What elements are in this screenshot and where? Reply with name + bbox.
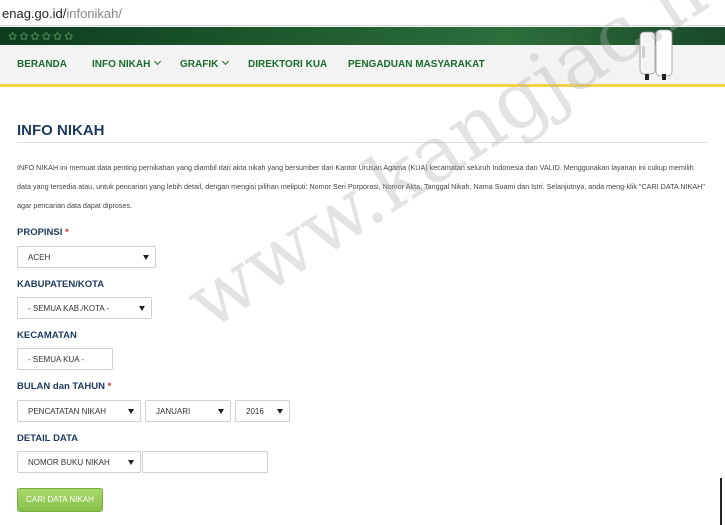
chevron-down-icon <box>222 57 230 66</box>
dropdown-arrow-icon <box>128 409 134 414</box>
dropdown-arrow-icon <box>277 409 283 414</box>
jenis-tanggal-value: PENCATATAN NIKAH <box>28 407 107 416</box>
dropdown-arrow-icon <box>143 255 149 260</box>
detail-data-label: DETAIL DATA <box>17 433 79 444</box>
chevron-down-icon <box>154 57 162 66</box>
url-text[interactable]: enag.go.id/infonikah/ <box>2 6 122 21</box>
detail-value-input[interactable] <box>142 451 268 473</box>
nav-pengaduan-label: PENGADUAN MASYARAKAT <box>348 59 485 70</box>
kecamatan-value: - SEMUA KUA - <box>28 355 85 364</box>
dropdown-arrow-icon <box>128 460 134 465</box>
bulan-select[interactable]: JANUARI <box>145 400 231 422</box>
url-host: enag.go.id/ <box>2 6 67 21</box>
nav-direktori-kua-label: DIREKTORI KUA <box>248 59 328 70</box>
kecamatan-select[interactable]: - SEMUA KUA - <box>17 348 113 370</box>
kabupaten-select[interactable]: - SEMUA KAB./KOTA - <box>17 297 152 319</box>
propinsi-value: ACEH <box>28 253 51 262</box>
propinsi-select[interactable]: ACEH <box>17 246 156 268</box>
nav-info-nikah[interactable]: INFO NIKAH <box>92 57 162 70</box>
couple-illustration-icon <box>639 29 673 80</box>
kecamatan-label: KECAMATAN <box>17 330 77 341</box>
banner-pattern: ✿✿✿✿✿✿ <box>8 31 76 43</box>
edge-divider <box>720 478 722 525</box>
kabupaten-value: - SEMUA KAB./KOTA - <box>28 304 110 313</box>
bulan-value: JANUARI <box>156 407 191 416</box>
nav-pengaduan[interactable]: PENGADUAN MASYARAKAT <box>348 59 485 70</box>
bulan-tahun-label-text: BULAN dan TAHUN <box>17 381 105 392</box>
kabupaten-label: KABUPATEN/KOTA <box>17 279 105 290</box>
browser-url-bar[interactable]: enag.go.id/infonikah/ <box>0 0 725 26</box>
header-banner: ✿✿✿✿✿✿ <box>0 27 725 45</box>
nav-grafik-label: GRAFIK <box>180 59 219 70</box>
propinsi-label: PROPINSI * <box>17 227 69 238</box>
tahun-value: 2016 <box>246 407 264 416</box>
main-nav: BERANDA INFO NIKAH GRAFIK DIREKTORI KUA … <box>0 45 725 87</box>
propinsi-label-text: PROPINSI <box>17 227 63 238</box>
cari-data-nikah-button[interactable]: CARI DATA NIKAH <box>17 488 103 512</box>
nav-direktori-kua[interactable]: DIREKTORI KUA <box>248 59 327 70</box>
main-content: INFO NIKAH INFO NIKAH ini memuat data pe… <box>0 90 725 525</box>
dropdown-arrow-icon <box>139 306 145 311</box>
nav-beranda-label: BERANDA <box>17 59 67 70</box>
tahun-select[interactable]: 2016 <box>235 400 290 422</box>
url-path: infonikah/ <box>66 6 122 21</box>
nav-grafik[interactable]: GRAFIK <box>180 57 230 70</box>
jenis-tanggal-select[interactable]: PENCATATAN NIKAH <box>17 400 141 422</box>
nav-beranda[interactable]: BERANDA <box>17 59 67 70</box>
detail-type-select[interactable]: NOMOR BUKU NIKAH <box>17 451 141 473</box>
dropdown-arrow-icon <box>218 409 224 414</box>
detail-type-value: NOMOR BUKU NIKAH <box>28 458 110 467</box>
bulan-tahun-label: BULAN dan TAHUN * <box>17 381 111 392</box>
nav-info-nikah-label: INFO NIKAH <box>92 59 151 70</box>
required-marker: * <box>107 381 112 392</box>
title-divider <box>17 142 707 143</box>
page-title: INFO NIKAH <box>17 122 105 139</box>
intro-paragraph: INFO NIKAH ini memuat data penting perni… <box>17 163 705 210</box>
required-marker: * <box>65 227 69 238</box>
